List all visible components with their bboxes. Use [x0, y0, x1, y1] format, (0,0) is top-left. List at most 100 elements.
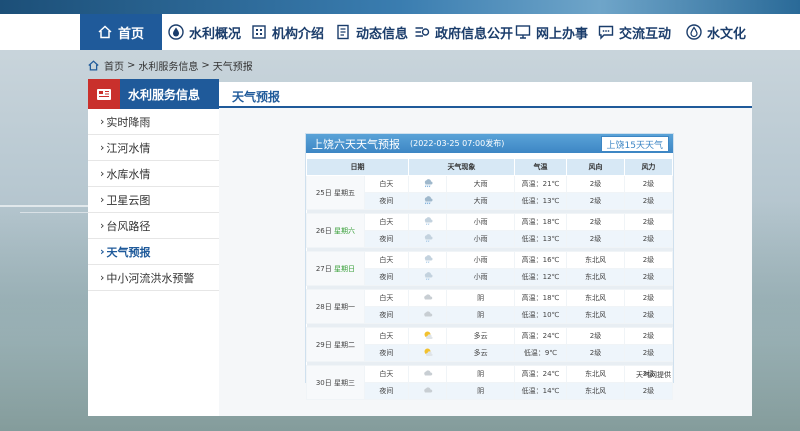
- fifteen-day-forecast-button[interactable]: 上饶15天天气: [600, 136, 669, 152]
- wind-direction-cell: 2级: [566, 175, 625, 193]
- wind-direction-cell: 东北风: [566, 268, 625, 286]
- sidebar-item-label: 卫星云图: [106, 193, 151, 207]
- nav-item-water-overview[interactable]: 水利概况: [168, 14, 241, 50]
- nav-item-label: 水文化: [707, 26, 747, 42]
- sidebar-item-river-level[interactable]: › 江河水情: [88, 135, 219, 161]
- wind-direction-cell: 东北风: [566, 365, 625, 383]
- temperature-cell: 低温：10℃: [513, 306, 568, 324]
- date-cell: 28日 星期一: [306, 289, 365, 324]
- nav-item-gov-info[interactable]: 政府信息公开: [414, 14, 513, 50]
- wind-force-cell: 2级: [623, 327, 674, 345]
- sidebar-item-label: 江河水情: [106, 141, 151, 155]
- weather-condition-cell: 小雨: [446, 268, 515, 286]
- weather-condition-cell: 多云: [446, 327, 515, 345]
- period-cell: 白天: [363, 327, 409, 345]
- weather-icon-cell: [407, 306, 448, 324]
- wind-direction-cell: 2级: [566, 230, 625, 248]
- period-cell: 夜间: [363, 192, 409, 210]
- table-row: 30日 星期三 白天阴高温：24℃ 东北风 2级: [306, 365, 674, 400]
- temperature-cell: 低温：12℃: [513, 268, 568, 286]
- nav-item-label: 机构介绍: [272, 26, 325, 42]
- nav-item-label: 动态信息: [356, 26, 409, 42]
- period-cell: 夜间: [363, 382, 409, 400]
- overcast-icon: [423, 292, 433, 304]
- period-cell: 白天: [363, 289, 409, 307]
- nav-item-water-culture[interactable]: 水文化: [686, 14, 746, 50]
- temperature-cell: 低温：9℃: [513, 344, 568, 362]
- weather-icon-cell: [407, 344, 448, 362]
- wind-force-cell: 2级: [623, 344, 674, 362]
- table-row: 28日 星期一 白天阴高温：18℃ 东北风 2级: [306, 289, 674, 324]
- nav-item-interaction[interactable]: 交流互动: [598, 14, 671, 50]
- date-day: 26日: [315, 226, 332, 235]
- weather-icon-cell: [407, 192, 448, 210]
- wind-force-cell: 2级: [623, 306, 674, 324]
- weather-icon-cell: [407, 382, 448, 400]
- sidebar-item-label: 水库水情: [106, 167, 151, 181]
- sidebar-item-realtime-rainfall[interactable]: › 实时降雨: [88, 109, 219, 135]
- info-list-icon: [415, 27, 430, 37]
- weather-condition-cell: 小雨: [446, 251, 515, 269]
- partly-cloudy-icon: [423, 330, 433, 342]
- date-weekday: 星期二: [334, 340, 355, 349]
- table-row: 26日 星期六 白天 小雨 高温：18℃ 2级 2级: [306, 213, 674, 248]
- sidebar-item-reservoir-level[interactable]: › 水库水情: [88, 161, 219, 187]
- sidebar-item-weather-forecast[interactable]: › 天气预报: [88, 239, 219, 265]
- period-cell: 白天: [363, 365, 409, 383]
- breadcrumb-home-link[interactable]: 首页: [104, 58, 124, 73]
- chevron-right-icon: ›: [100, 219, 105, 232]
- newspaper-icon: [97, 88, 111, 100]
- breadcrumb-service-link[interactable]: 水利服务信息: [138, 58, 198, 73]
- sidebar-item-small-river-flood-warning[interactable]: › 中小河流洪水预警: [88, 265, 219, 291]
- table-row: 25日 星期五 白天 大雨 高温：21℃ 2级 2级: [306, 175, 674, 210]
- breadcrumb-current: 天气预报: [212, 62, 253, 73]
- temperature-cell: 低温：14℃: [513, 382, 568, 400]
- weather-icon-cell: [407, 268, 448, 286]
- weather-icon-cell: [407, 327, 448, 345]
- date-day: 29日: [315, 340, 332, 349]
- period-cell: 白天: [363, 175, 409, 193]
- nav-home-button[interactable]: 首页: [80, 14, 162, 50]
- date-day: 30日: [315, 378, 332, 387]
- overcast-icon: [423, 368, 433, 380]
- water-drop-icon: [686, 24, 702, 40]
- date-weekday: 星期三: [334, 378, 355, 387]
- weather-condition-cell: 大雨: [446, 175, 515, 193]
- wind-force-cell: 2级: [623, 213, 674, 231]
- chevron-right-icon: ›: [100, 193, 105, 206]
- period-cell: 白天: [363, 213, 409, 231]
- wind-direction-cell: 东北风: [566, 289, 625, 307]
- date-cell: 30日 星期三: [306, 365, 365, 400]
- wind-force-cell: 2级: [623, 192, 674, 210]
- weather-condition-cell: 小雨: [446, 213, 515, 231]
- light-rain-icon: [423, 233, 433, 245]
- sidebar-header-icon-box: [88, 79, 120, 109]
- nav-item-news[interactable]: 动态信息: [335, 14, 408, 50]
- table-row: 27日 星期日 白天 小雨 高温：16℃ 东北风 2级: [306, 251, 674, 286]
- weather-condition-cell: 阴: [446, 306, 515, 324]
- sidebar-menu: › 实时降雨 › 江河水情 › 水库水情 › 卫星云图 › 台风路径 › 天气预报 › 中小河…: [88, 109, 219, 416]
- wind-direction-cell: 2级: [566, 344, 625, 362]
- nav-item-organization[interactable]: 机构介绍: [251, 14, 324, 50]
- period-cell: 夜间: [363, 230, 409, 248]
- building-icon: [252, 25, 266, 39]
- wind-direction-cell: 东北风: [566, 251, 625, 269]
- overcast-icon: [423, 309, 433, 321]
- temperature-cell: 高温：24℃: [513, 327, 568, 345]
- wind-force-cell: 2级: [623, 175, 674, 193]
- sidebar-item-typhoon-path[interactable]: › 台风路径: [88, 213, 219, 239]
- weather-widget-header: 上饶六天天气预报 (2022-03-25 07:00发布) 上饶15天天气: [306, 134, 673, 153]
- temperature-cell: 低温：13℃: [513, 192, 568, 210]
- weather-icon-cell: [407, 251, 448, 269]
- home-icon: [88, 60, 99, 71]
- sidebar-item-satellite-cloud[interactable]: › 卫星云图: [88, 187, 219, 213]
- nav-item-online-service[interactable]: 网上办事: [515, 14, 588, 50]
- period-cell: 夜间: [363, 306, 409, 324]
- temperature-cell: 高温：24℃: [513, 365, 568, 383]
- period-cell: 夜间: [363, 344, 409, 362]
- wind-force-cell: 2级: [623, 251, 674, 269]
- weather-condition-cell: 大雨: [446, 192, 515, 210]
- weather-condition-cell: 小雨: [446, 230, 515, 248]
- partly-cloudy-icon: [423, 347, 433, 359]
- chevron-right-icon: ›: [100, 271, 105, 284]
